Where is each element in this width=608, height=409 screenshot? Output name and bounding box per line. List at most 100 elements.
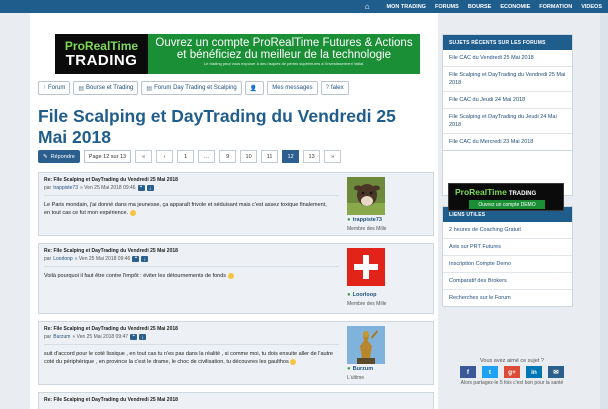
list-icon: ▤ [146,85,153,92]
pagination: ✎ Répondre Page 12 sur 13 « ‹ 1 … 9 10 11… [38,150,345,163]
tab-falex[interactable]: ? falex [320,81,349,95]
tab-forum-day-trading[interactable]: ▤ Forum Day Trading et Scalping [141,81,242,95]
nav-forums[interactable]: FORUMS [435,4,459,10]
post-meta: par Burzum» Ven 25 Mai 2018 09:47 ❝ i [44,334,147,340]
avatar[interactable] [347,326,385,364]
page-prev-button[interactable]: ‹ [156,150,174,163]
page-12-button[interactable]: 12 [282,150,300,163]
recent-topics-header: SUJETS RÉCENTS SUR LES FORUMS [443,35,572,50]
home-icon[interactable]: ⌂ [365,2,370,11]
user-role: L'ultime [347,375,365,381]
tab-profile[interactable]: 👤 [244,81,265,95]
post-title[interactable]: Re: File Scalping et DayTrading du Vendr… [44,326,178,332]
share-buttons: f t g+ in ✉ [460,366,570,378]
post-title[interactable]: Re: File Scalping et DayTrading du Vendr… [44,177,178,183]
forum-post: Re: File Scalping et DayTrading du Vendr… [38,243,434,314]
smiley-icon [290,358,297,365]
useful-link[interactable]: Recherches sur le Forum [443,290,572,306]
useful-link[interactable]: Avis sur PRT Futures [443,239,572,256]
arrow-up-icon: ↑ [43,85,46,91]
divider [44,195,339,196]
divider [44,266,339,267]
page-scrollbar[interactable] [600,13,608,409]
online-icon: ● [347,292,351,298]
help-icon: ? [325,85,329,91]
post-meta: par trappiste73» Ven 25 Mai 2018 09:46 ❝ i [44,185,154,191]
forum-post: Re: File Scalping et DayTrading du Vendr… [38,321,434,385]
reply-button[interactable]: ✎ Répondre [38,150,80,163]
quote-icon[interactable]: ❝ [130,334,138,340]
quote-icon[interactable]: ❝ [132,256,140,262]
recent-topic-link[interactable]: File Scalping et DayTrading du Jeudi 24 … [443,109,572,134]
user-icon: 👤 [249,85,258,92]
recent-topic-link[interactable]: File Scalping et DayTrading du Vendredi … [443,67,572,92]
nav-formation[interactable]: FORMATION [539,4,572,10]
swiss-flag-avatar-icon [347,248,385,286]
sidebar: SUJETS RÉCENTS SUR LES FORUMS File CAC d… [442,34,573,307]
post-body: Le Paris mondain, j'ai donné dans ma jeu… [44,202,327,216]
smiley-icon [129,209,136,216]
linkedin-share-icon[interactable]: in [526,366,542,378]
prorealtime-banner[interactable]: ProRealTime TRADING Ouvrez un compte Pro… [55,34,420,74]
top-navbar: ⌂ MON TRADING FORUMS BOURSE ECONOMIE FOR… [0,0,608,13]
post-title[interactable]: Re: File Scalping et DayTrading du Vendr… [44,397,178,403]
facebook-share-icon[interactable]: f [460,366,476,378]
google-plus-share-icon[interactable]: g+ [504,366,520,378]
prorealtime-demo-ad[interactable]: ProRealTime TRADING Ouvrez un compte DEMO [448,183,564,211]
tab-forum[interactable]: ↑ Forum [38,81,71,95]
post-author-link[interactable]: Loorloop [53,256,72,262]
page-last-button[interactable]: » [324,150,342,163]
tab-bourse-et-trading[interactable]: ▤ Bourse et Trading [73,81,139,95]
tab-mes-messages[interactable]: Mes messages [267,81,318,95]
page-first-button[interactable]: « [135,150,153,163]
nav-mon-trading[interactable]: MON TRADING [387,4,426,10]
recent-topic-link[interactable]: File CAC du Vendredi 25 Mai 2018 [443,50,572,67]
useful-link[interactable]: Comparatif des Brokers [443,273,572,290]
page-9-button[interactable]: 9 [219,150,237,163]
page-1-button[interactable]: 1 [177,150,195,163]
post-author-link[interactable]: trappiste73 [53,185,78,191]
info-icon[interactable]: i [139,334,147,340]
page-ellipsis: … [198,150,216,163]
post-author-link[interactable]: Burzum [53,334,70,340]
nav-economie[interactable]: ECONOMIE [500,4,530,10]
avatar[interactable] [347,177,385,215]
nav-bourse[interactable]: BOURSE [468,4,492,10]
post-username[interactable]: ● Loorloop [347,292,376,298]
useful-link[interactable]: Inscription Compte Demo [443,256,572,273]
forum-post: Re: File Scalping et DayTrading du Vendr… [38,172,434,236]
recent-topic-link[interactable]: File CAC du Mercredi 23 Mai 2018 [443,134,572,150]
quote-icon[interactable]: ❝ [137,185,145,191]
nav-videos[interactable]: VIDEOS [581,4,602,10]
divider [44,344,339,345]
prorealtime-logo: ProRealTime TRADING [55,34,148,74]
recent-topics-box: SUJETS RÉCENTS SUR LES FORUMS File CAC d… [442,34,573,151]
page-title: File Scalping et DayTrading du Vendredi … [38,106,396,147]
reply-icon: ✎ [43,153,48,160]
info-icon[interactable]: i [146,185,154,191]
email-share-icon[interactable]: ✉ [548,366,564,378]
list-icon: ▤ [78,85,85,92]
useful-link[interactable]: 2 heures de Coaching Gratuit [443,222,572,239]
twitter-share-icon[interactable]: t [482,366,498,378]
page-info: Page 12 sur 13 [83,150,132,163]
share-prompt: Vous avez aimé ce sujet ? [480,358,544,364]
post-meta: par Loorloop» Ven 25 Mai 2018 09:46 ❝ i [44,256,149,262]
post-body: Voilà pourquoi il faut être contre l'imp… [44,272,334,280]
page-11-button[interactable]: 11 [261,150,279,163]
useful-links-box: LIENS UTILES 2 heures de Coaching Gratui… [442,206,573,307]
avatar[interactable] [347,248,385,286]
post-title[interactable]: Re: File Scalping et DayTrading du Vendr… [44,248,178,254]
info-icon[interactable]: i [141,256,149,262]
online-icon: ● [347,217,351,223]
recent-topic-link[interactable]: File CAC du Jeudi 24 Mai 2018 [443,92,572,109]
forum-tabs: ↑ Forum ▤ Bourse et Trading ▤ Forum Day Tra… [38,81,352,95]
post-username[interactable]: ● trappiste73 [347,217,382,223]
page-13-button[interactable]: 13 [303,150,321,163]
page-10-button[interactable]: 10 [240,150,258,163]
open-demo-button[interactable]: Ouvrez un compte DEMO [469,200,545,209]
forum-post: Re: File Scalping et DayTrading du Vendr… [38,392,434,409]
statue-avatar-icon [347,326,385,364]
banner-text: Ouvrez un compte ProRealTime Futures & A… [155,37,413,66]
post-username[interactable]: ● Burzum [347,366,373,372]
